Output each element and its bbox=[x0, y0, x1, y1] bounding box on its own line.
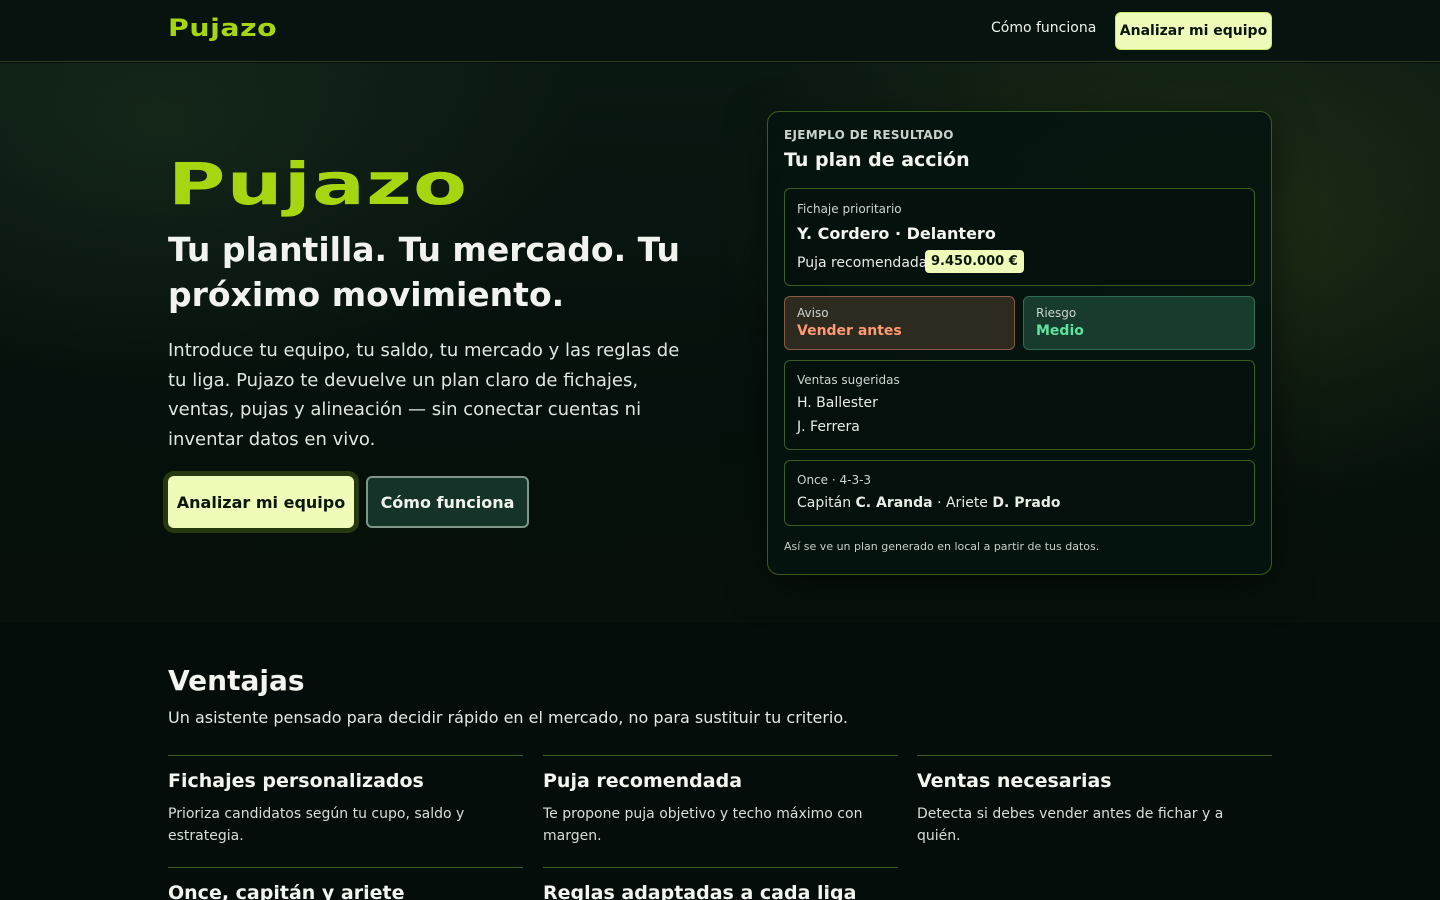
feature-card: Reglas adaptadas a cada liga bbox=[543, 867, 898, 900]
lineup-box: Once · 4-3-3 Capitán C. Aranda · Ariete … bbox=[784, 460, 1255, 526]
hero-logo: Pujazo bbox=[168, 150, 469, 218]
feature-desc: Detecta si debes vender antes de fichar … bbox=[917, 806, 1224, 844]
captain-name: C. Aranda bbox=[855, 495, 933, 511]
lineup-summary: Capitán C. Aranda · Ariete D. Prado bbox=[797, 495, 1060, 511]
brand-logo[interactable]: Pujazo bbox=[168, 14, 277, 42]
sale-item: H. Ballester bbox=[797, 395, 878, 411]
how-it-works-button[interactable]: Cómo funciona bbox=[366, 476, 529, 528]
top-nav: Pujazo Cómo funciona Analizar mi equipo bbox=[0, 0, 1440, 62]
card-title: Tu plan de acción bbox=[784, 149, 970, 171]
striker-label: Ariete bbox=[945, 495, 988, 511]
feature-desc: Te propone puja objetivo y techo máximo … bbox=[543, 806, 863, 844]
result-example-card: EJEMPLO DE RESULTADO Tu plan de acción F… bbox=[767, 111, 1272, 575]
card-footnote: Así se ve un plan generado en local a pa… bbox=[784, 540, 1100, 553]
feature-card: Fichajes personalizados Prioriza candida… bbox=[168, 755, 523, 867]
warning-label: Aviso bbox=[797, 306, 829, 320]
nav-link-how-it-works[interactable]: Cómo funciona bbox=[991, 20, 1096, 36]
risk-label: Riesgo bbox=[1036, 306, 1077, 320]
card-eyebrow: EJEMPLO DE RESULTADO bbox=[784, 128, 954, 142]
hero-headline: Tu plantilla. Tu mercado. Tu próximo mov… bbox=[168, 230, 680, 314]
sales-label: Ventas sugeridas bbox=[797, 373, 900, 387]
warning-box: Aviso Vender antes bbox=[784, 296, 1015, 350]
feature-card: Puja recomendada Te propone puja objetiv… bbox=[543, 755, 898, 867]
hero-lead: Introduce tu equipo, tu saldo, tu mercad… bbox=[168, 340, 680, 450]
risk-box: Riesgo Medio bbox=[1023, 296, 1255, 350]
suggested-sales-box: Ventas sugeridas H. Ballester J. Ferrera bbox=[784, 360, 1255, 450]
advantages-title: Ventajas bbox=[168, 664, 305, 697]
feature-title: Once, capitán y ariete bbox=[168, 882, 405, 900]
analyze-team-button[interactable]: Analizar mi equipo bbox=[168, 476, 354, 528]
advantages-subtitle: Un asistente pensado para decidir rápido… bbox=[168, 708, 848, 727]
captain-label: Capitán bbox=[797, 495, 852, 511]
feature-card: Once, capitán y ariete bbox=[168, 867, 523, 900]
feature-desc: Prioriza candidatos según tu cupo, saldo… bbox=[168, 806, 465, 844]
priority-label: Fichaje prioritario bbox=[797, 202, 902, 216]
feature-title: Reglas adaptadas a cada liga bbox=[543, 882, 857, 900]
striker-name: D. Prado bbox=[992, 495, 1061, 511]
warning-value: Vender antes bbox=[797, 323, 902, 339]
lineup-separator: · bbox=[937, 495, 942, 511]
feature-card: Ventas necesarias Detecta si debes vende… bbox=[917, 755, 1272, 867]
priority-player: Y. Cordero · Delantero bbox=[797, 224, 996, 243]
nav-analyze-button[interactable]: Analizar mi equipo bbox=[1115, 12, 1272, 50]
lineup-label: Once · 4-3-3 bbox=[797, 473, 872, 487]
risk-value: Medio bbox=[1036, 323, 1084, 339]
feature-title: Ventas necesarias bbox=[917, 770, 1112, 792]
feature-title: Fichajes personalizados bbox=[168, 770, 424, 792]
feature-title: Puja recomendada bbox=[543, 770, 743, 792]
bid-value-badge: 9.450.000 € bbox=[925, 250, 1024, 273]
priority-signing-box: Fichaje prioritario Y. Cordero · Delante… bbox=[784, 188, 1255, 286]
hero-section: Pujazo Tu plantilla. Tu mercado. Tu próx… bbox=[0, 63, 1440, 623]
bid-label: Puja recomendada bbox=[797, 255, 928, 271]
sale-item: J. Ferrera bbox=[797, 419, 860, 435]
